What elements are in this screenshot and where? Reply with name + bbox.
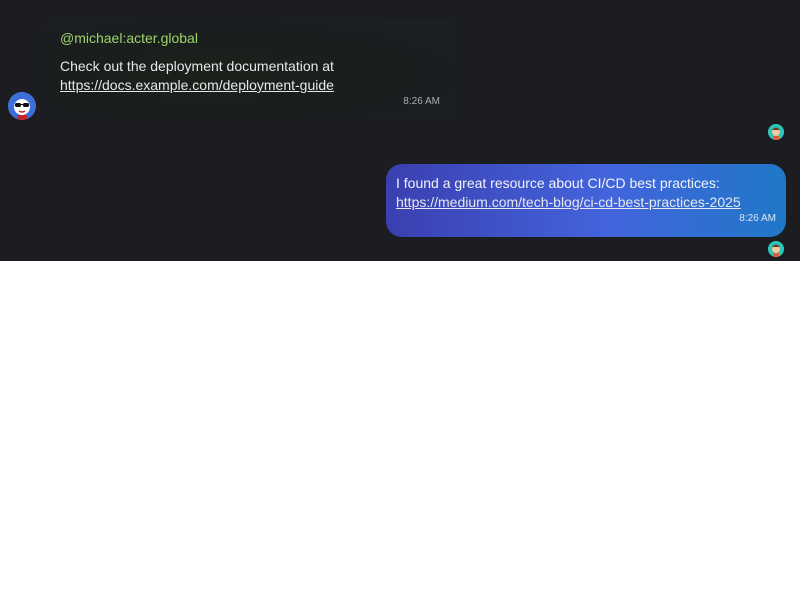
outgoing-message-text: I found a great resource about CI/CD bes… [396, 174, 780, 212]
read-receipt-avatar-icon [768, 124, 784, 140]
sunglasses-avatar-icon[interactable] [8, 92, 36, 120]
sender-name[interactable]: @michael:acter.global [60, 30, 198, 46]
incoming-message-link[interactable]: https://docs.example.com/deployment-guid… [60, 77, 334, 93]
incoming-message-body: Check out the deployment documentation a… [60, 58, 334, 74]
incoming-message-timestamp: 8:26 AM [403, 96, 440, 107]
chat-timeline[interactable]: @michael:acter.global Check out the depl… [0, 0, 800, 261]
outgoing-message-body: I found a great resource about CI/CD bes… [396, 175, 720, 191]
outgoing-message-timestamp: 8:26 AM [739, 213, 776, 224]
read-receipt-avatar-icon [768, 241, 784, 257]
incoming-message-text: Check out the deployment documentation a… [60, 57, 430, 95]
outgoing-message-link[interactable]: https://medium.com/tech-blog/ci-cd-best-… [396, 194, 741, 210]
